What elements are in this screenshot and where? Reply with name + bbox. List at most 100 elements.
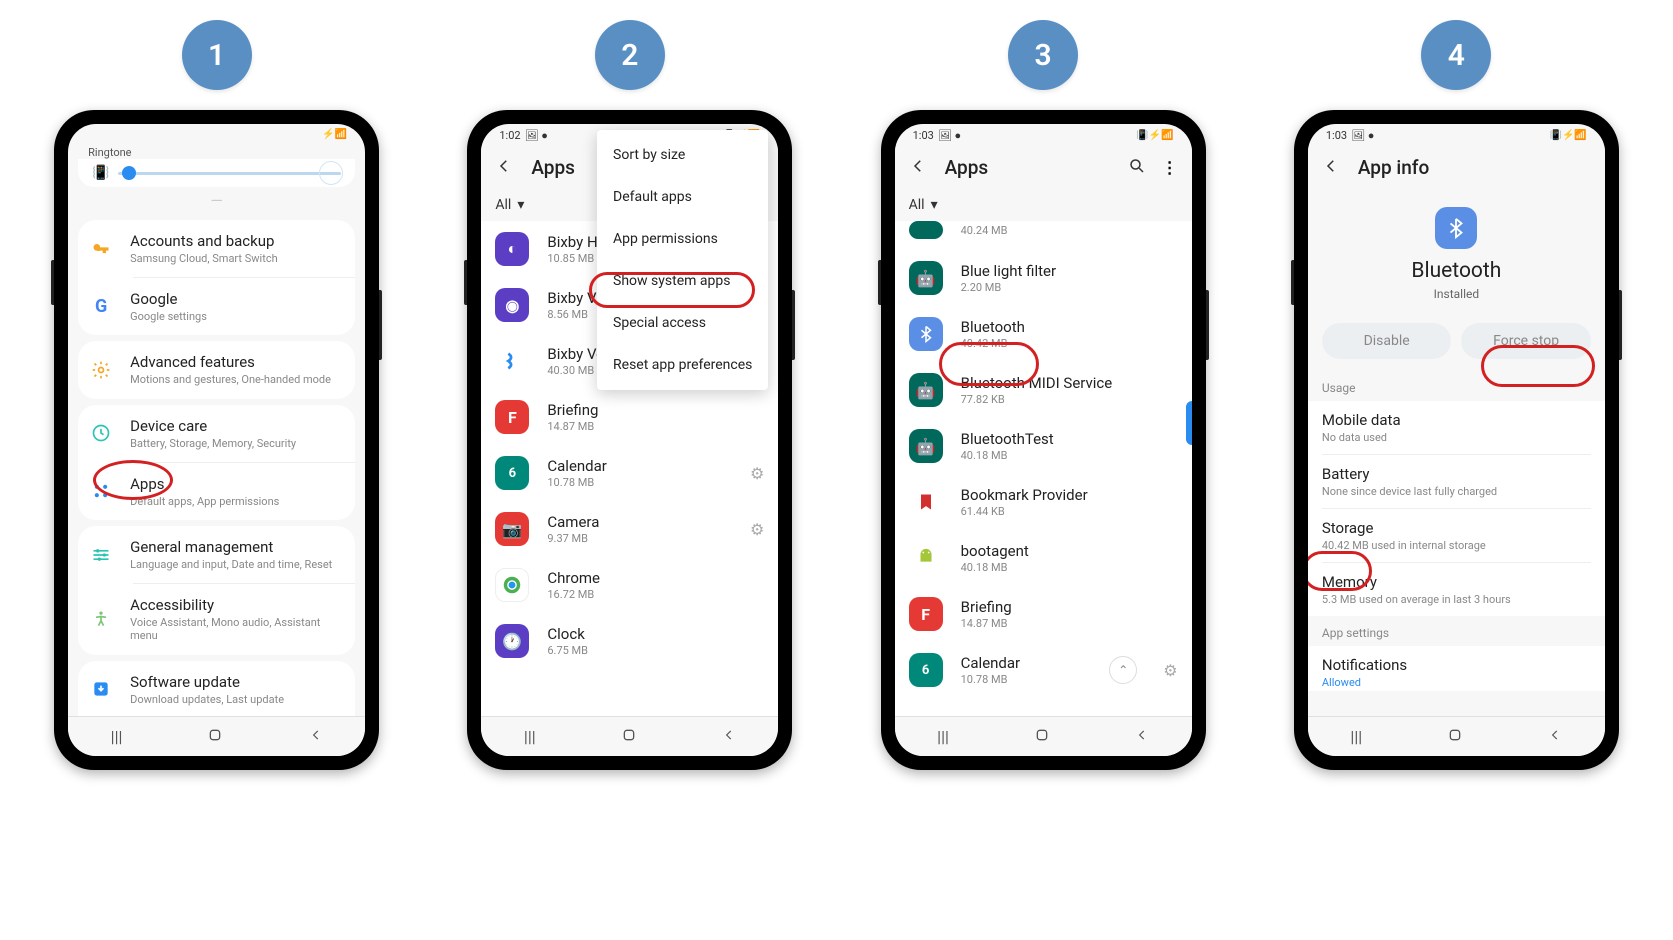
statusbar: ⚡📶: [68, 124, 365, 142]
app-icon: [909, 221, 943, 239]
setting-general-management[interactable]: General managementLanguage and input, Da…: [78, 526, 355, 583]
app-icon: 6: [495, 456, 529, 490]
app-calendar[interactable]: 6 Calendar10.78 MB ⚙: [481, 445, 778, 501]
nav-home[interactable]: [1034, 727, 1050, 747]
app-icon: 📷: [495, 512, 529, 546]
navbar: |||: [895, 716, 1192, 756]
app-icon: F: [495, 400, 529, 434]
app-clock[interactable]: 🕐 Clock6.75 MB: [481, 613, 778, 669]
setting-software-update[interactable]: Software updateDownload updates, Last up…: [78, 661, 355, 717]
app-icon: 🤖: [909, 429, 943, 463]
app-blue-light-filter[interactable]: 🤖 Blue light filter2.20 MB: [895, 250, 1192, 306]
app-calendar[interactable]: 6 Calendar10.78 MB ⌃ ⚙: [895, 642, 1192, 698]
app-bluetooth-midi[interactable]: 🤖 Bluetooth MIDI Service77.82 KB: [895, 362, 1192, 418]
menu-show-system-apps[interactable]: Show system apps: [597, 260, 768, 302]
page-title: Apps: [945, 156, 1110, 179]
menu-default-apps[interactable]: Default apps: [597, 176, 768, 218]
app-icon: 6: [909, 653, 943, 687]
navbar: |||: [1308, 716, 1605, 756]
gear-icon[interactable]: ⚙: [750, 464, 764, 483]
back-icon[interactable]: [495, 157, 513, 179]
step-badge-1: 1: [182, 20, 252, 90]
app-icon: [495, 344, 529, 378]
scroll-top-button[interactable]: ⌃: [1109, 656, 1137, 684]
setting-device-care[interactable]: Device careBattery, Storage, Memory, Sec…: [78, 405, 355, 462]
chevron-down-icon: ▾: [931, 197, 938, 213]
disable-button[interactable]: Disable: [1322, 323, 1452, 359]
app-bootagent[interactable]: bootagent40.18 MB: [895, 530, 1192, 586]
app-icon: 🤖: [909, 261, 943, 295]
nav-back[interactable]: [1548, 727, 1562, 746]
app-icon: F: [909, 597, 943, 631]
ringtone-slider[interactable]: 📳: [78, 159, 355, 187]
nav-home[interactable]: [1447, 727, 1463, 747]
app-bluetooth[interactable]: Bluetooth40.42 MB: [895, 306, 1192, 362]
statusbar: 1:03🖼 ● 📳⚡📶: [1308, 124, 1605, 146]
app-bluetooth-test[interactable]: 🤖 BluetoothTest40.18 MB: [895, 418, 1192, 474]
device-care-icon: [88, 420, 114, 446]
info-storage[interactable]: Storage40.42 MB used in internal storage: [1308, 509, 1605, 562]
key-icon: [88, 236, 114, 262]
edge-panel-handle[interactable]: [1186, 401, 1192, 445]
app-partial[interactable]: 40.24 MB: [895, 221, 1192, 250]
app-name: Bluetooth: [1308, 259, 1605, 283]
nav-back[interactable]: [309, 727, 323, 746]
phone-frame-3: 1:03🖼 ● 📳⚡📶 Apps ⋮ All ▾ 40.24 MB: [881, 110, 1206, 770]
app-bookmark-provider[interactable]: Bookmark Provider61.44 KB: [895, 474, 1192, 530]
update-icon: [88, 676, 114, 702]
menu-special-access[interactable]: Special access: [597, 302, 768, 344]
search-icon[interactable]: [1128, 157, 1146, 179]
header: App info: [1308, 146, 1605, 189]
gear-icon: [88, 357, 114, 383]
filter-all[interactable]: All ▾: [895, 189, 1192, 221]
menu-sort-by-size[interactable]: Sort by size: [597, 134, 768, 176]
nav-back[interactable]: [722, 727, 736, 746]
nav-recents[interactable]: |||: [1350, 727, 1362, 746]
usage-header: Usage: [1308, 371, 1605, 401]
accessibility-icon: [88, 606, 114, 632]
app-icon: 🤖: [909, 373, 943, 407]
more-icon[interactable]: ⋮: [1162, 158, 1178, 177]
setting-accounts-backup[interactable]: Accounts and backupSamsung Cloud, Smart …: [78, 220, 355, 277]
nav-home[interactable]: [207, 727, 223, 747]
apps-icon: [88, 478, 114, 504]
app-briefing[interactable]: F Briefing14.87 MB: [481, 389, 778, 445]
nav-back[interactable]: [1135, 727, 1149, 746]
menu-reset-app-preferences[interactable]: Reset app preferences: [597, 344, 768, 386]
nav-recents[interactable]: |||: [524, 727, 536, 746]
bluetooth-icon: [1435, 207, 1477, 249]
statusbar: 1:03🖼 ● 📳⚡📶: [895, 124, 1192, 146]
nav-home[interactable]: [621, 727, 637, 747]
gear-icon[interactable]: ⚙: [750, 520, 764, 539]
gear-icon[interactable]: ⚙: [1163, 661, 1177, 680]
app-chrome[interactable]: Chrome16.72 MB: [481, 557, 778, 613]
app-settings-header: App settings: [1308, 616, 1605, 646]
step-badge-3: 3: [1008, 20, 1078, 90]
header: Apps ⋮: [895, 146, 1192, 189]
menu-app-permissions[interactable]: App permissions: [597, 218, 768, 260]
back-icon[interactable]: [1322, 157, 1340, 179]
info-battery[interactable]: BatteryNone since device last fully char…: [1308, 455, 1605, 508]
force-stop-button[interactable]: Force stop: [1461, 323, 1591, 359]
nav-recents[interactable]: |||: [937, 727, 949, 746]
phone-frame-1: ⚡📶 Ringtone 📳 — Accounts and backupSamsu…: [54, 110, 379, 770]
info-notifications[interactable]: NotificationsAllowed: [1308, 646, 1605, 691]
setting-advanced-features[interactable]: Advanced featuresMotions and gestures, O…: [78, 341, 355, 398]
nav-recents[interactable]: |||: [111, 727, 123, 746]
setting-accessibility[interactable]: AccessibilityVoice Assistant, Mono audio…: [133, 583, 355, 654]
page-title: App info: [1358, 156, 1591, 179]
app-camera[interactable]: 📷 Camera9.37 MB ⚙: [481, 501, 778, 557]
app-icon: [909, 541, 943, 575]
info-memory[interactable]: Memory5.3 MB used on average in last 3 h…: [1308, 563, 1605, 616]
chevron-down-icon: ▾: [517, 197, 524, 213]
setting-apps[interactable]: AppsDefault apps, App permissions: [133, 462, 355, 520]
phone-frame-2: 1:02🖼 ● 📳⚡📶 Apps All ▾ ◐ Bixby Home10.85…: [467, 110, 792, 770]
info-mobile-data[interactable]: Mobile dataNo data used: [1308, 401, 1605, 454]
bluetooth-icon: [909, 317, 943, 351]
google-icon: G: [88, 294, 114, 320]
vibrate-icon: 📳: [92, 165, 109, 181]
back-icon[interactable]: [909, 157, 927, 179]
setting-google[interactable]: G GoogleGoogle settings: [133, 277, 355, 335]
sliders-icon: [88, 542, 114, 568]
app-briefing[interactable]: F Briefing14.87 MB: [895, 586, 1192, 642]
